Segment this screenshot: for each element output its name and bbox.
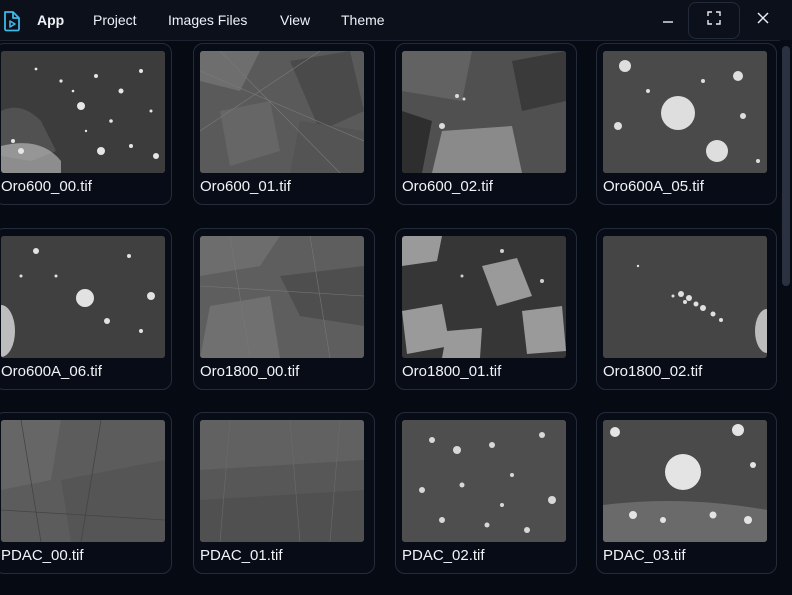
image-filename: PDAC_01.tif [200, 547, 283, 564]
image-card[interactable]: Oro600_02.tif [395, 43, 577, 205]
image-filename: PDAC_00.tif [1, 547, 84, 564]
image-card[interactable]: Oro1800_01.tif [395, 228, 577, 390]
image-thumbnail [402, 51, 566, 173]
image-filename: Oro1800_02.tif [603, 363, 703, 380]
minimize-icon [661, 11, 675, 30]
image-thumbnail [1, 420, 165, 542]
image-thumbnail [200, 51, 364, 173]
image-card[interactable]: PDAC_01.tif [193, 412, 375, 574]
menu-theme[interactable]: Theme [341, 11, 385, 29]
scrollbar-thumb[interactable] [782, 46, 790, 286]
image-thumbnail [200, 236, 364, 358]
image-card[interactable]: Oro600_01.tif [193, 43, 375, 205]
image-thumbnail [603, 236, 767, 358]
minimize-button[interactable] [652, 3, 684, 38]
image-card[interactable]: Oro600_00.tif [0, 43, 172, 205]
vertical-scrollbar[interactable] [780, 40, 792, 595]
menu-project[interactable]: Project [93, 11, 137, 29]
image-filename: Oro600_00.tif [1, 178, 92, 195]
image-filename: Oro600_02.tif [402, 178, 493, 195]
menu-bar: App Project Images Files View Theme [0, 0, 792, 41]
menu-images-files[interactable]: Images Files [168, 11, 247, 29]
app-window: App Project Images Files View Theme Oro6… [0, 0, 792, 595]
image-thumbnail [1, 236, 165, 358]
image-filename: PDAC_03.tif [603, 547, 686, 564]
image-thumbnail [200, 420, 364, 542]
image-filename: PDAC_02.tif [402, 547, 485, 564]
maximize-button[interactable] [688, 2, 740, 39]
image-grid: Oro600_00.tif Oro600_01.tif Oro600_02.ti… [0, 40, 780, 595]
image-filename: Oro1800_01.tif [402, 363, 502, 380]
image-card[interactable]: PDAC_02.tif [395, 412, 577, 574]
image-thumbnail [603, 420, 767, 542]
image-filename: Oro600A_06.tif [1, 363, 102, 380]
image-filename: Oro1800_00.tif [200, 363, 300, 380]
image-card[interactable]: PDAC_03.tif [596, 412, 777, 574]
image-thumbnail [1, 51, 165, 173]
image-card[interactable]: PDAC_00.tif [0, 412, 172, 574]
close-icon [756, 11, 770, 30]
app-file-logo-icon [2, 10, 22, 32]
image-card[interactable]: Oro600A_06.tif [0, 228, 172, 390]
image-thumbnail [402, 236, 566, 358]
image-filename: Oro600_01.tif [200, 178, 291, 195]
image-card[interactable]: Oro600A_05.tif [596, 43, 777, 205]
image-card[interactable]: Oro1800_00.tif [193, 228, 375, 390]
maximize-icon [706, 10, 722, 31]
image-filename: Oro600A_05.tif [603, 178, 704, 195]
image-thumbnail [603, 51, 767, 173]
menu-app[interactable]: App [37, 11, 64, 29]
close-button[interactable] [746, 3, 780, 38]
image-thumbnail [402, 420, 566, 542]
image-card[interactable]: Oro1800_02.tif [596, 228, 777, 390]
menu-view[interactable]: View [280, 11, 310, 29]
